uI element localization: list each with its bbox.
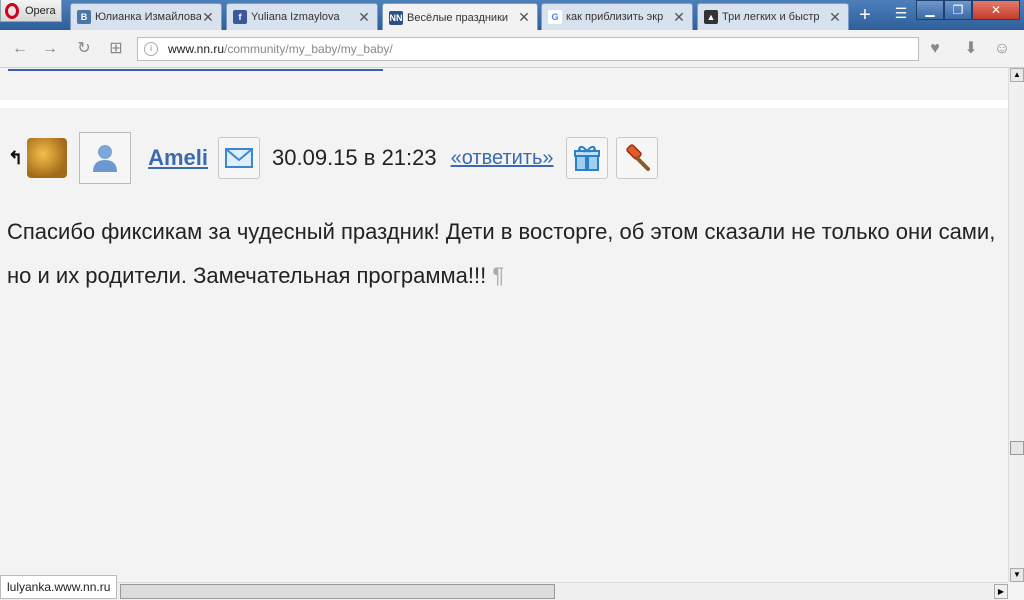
maximize-button[interactable]: ❐ [944,0,972,20]
url-host: www.nn.ru [168,42,225,56]
thread-up-icon[interactable]: ↰ [8,148,23,169]
tab-title: как приблизить экр [566,11,664,23]
tab-menu-icon[interactable]: ☰ [888,5,914,27]
vk-icon: В [77,10,91,24]
vertical-scrollbar[interactable]: ▲ ▼ [1008,68,1024,582]
comment-header: ↰ Ameli 30.09.15 в 21:23 «ответить» [8,132,658,184]
scroll-thumb[interactable] [1010,441,1024,455]
url-path: /community/my_baby/my_baby/ [224,42,393,56]
paragraph-mark: ¶ [492,263,505,288]
speed-dial-icon[interactable]: ⊞ [106,39,126,59]
site-info-icon[interactable]: i [144,42,158,56]
close-icon[interactable]: ✕ [517,9,531,26]
scroll-up-icon[interactable]: ▲ [1010,68,1024,82]
nn-icon: NN [389,10,403,25]
close-window-button[interactable]: ✕ [972,0,1020,20]
opera-logo-icon [5,2,19,19]
comment-datetime: 30.09.15 в 21:23 [272,145,437,170]
opera-menu-label: Opera [25,4,56,17]
tab-5[interactable]: ▲ Три легких и быстр ✕ [697,3,849,30]
page-thumbnail-icon: ▲ [704,10,718,24]
account-icon[interactable]: ☺ [992,39,1012,59]
navigation-bar: ← → ↻ ⊞ i www.nn.ru /community/my_baby/m… [0,30,1024,68]
scroll-right-icon[interactable]: ▶ [994,584,1008,599]
tab-bar: Opera В Юлианка Измайлова ✕ f Yuliana Iz… [0,0,1024,31]
new-tab-button[interactable]: + [852,5,878,27]
forward-icon[interactable]: → [40,39,60,59]
tab-1[interactable]: В Юлианка Измайлова ✕ [70,3,222,30]
tab-3-active[interactable]: NN Весёлые праздники ✕ [382,3,538,31]
comment-body: Спасибо фиксикам за чудесный праздник! Д… [7,210,997,298]
google-icon: G [548,10,562,24]
user-profile-icon[interactable] [79,132,132,184]
download-icon[interactable]: ⬇ [961,39,981,59]
divider [8,68,383,71]
author-link[interactable]: Ameli [148,145,208,171]
close-icon[interactable]: ✕ [201,9,215,26]
address-bar[interactable]: i www.nn.ru /community/my_baby/my_baby/ [137,37,919,61]
tab-title: Yuliana Izmaylova [251,11,340,23]
tab-title: Юлианка Измайлова [95,11,201,23]
page-content: ↰ Ameli 30.09.15 в 21:23 «ответить» Спас… [0,68,1008,582]
avatar[interactable] [27,138,68,178]
opera-menu-button[interactable]: Opera [0,0,62,22]
bookmark-heart-icon[interactable]: ♥ [925,39,945,59]
gavel-icon[interactable] [615,137,658,179]
separator-band [0,100,1008,108]
scroll-thumb[interactable] [120,584,555,599]
window-controls: ▁ ❐ ✕ [916,0,1020,20]
close-icon[interactable]: ✕ [828,9,842,26]
close-icon[interactable]: ✕ [672,9,686,26]
minimize-button[interactable]: ▁ [916,0,944,20]
reload-icon[interactable]: ↻ [74,39,94,59]
reply-link[interactable]: «ответить» [451,147,554,170]
mail-icon[interactable] [218,137,261,179]
tab-4[interactable]: G как приблизить экр ✕ [541,3,693,30]
horizontal-scrollbar[interactable]: ▶ [0,582,1008,600]
gift-icon[interactable] [565,137,608,179]
status-bar: lulyanka.www.nn.ru [0,575,118,599]
back-icon[interactable]: ← [10,39,30,59]
close-icon[interactable]: ✕ [357,9,371,26]
scroll-down-icon[interactable]: ▼ [1010,568,1024,582]
tab-title: Три легких и быстр [722,11,820,23]
tab-2[interactable]: f Yuliana Izmaylova ✕ [226,3,378,30]
tab-title: Весёлые праздники [407,11,509,24]
facebook-icon: f [233,10,247,24]
